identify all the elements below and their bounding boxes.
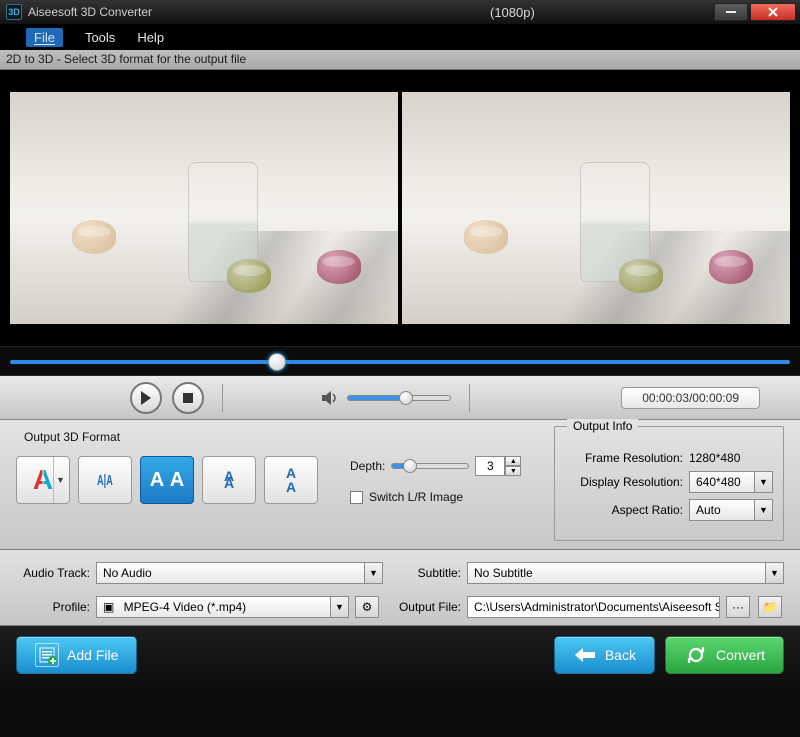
back-button[interactable]: Back [554, 636, 655, 674]
output-file-field[interactable]: C:\Users\Administrator\Documents\Aiseeso… [467, 596, 720, 618]
depth-thumb[interactable] [403, 459, 417, 473]
hint-bar: 2D to 3D - Select 3D format for the outp… [0, 50, 800, 70]
seek-bar[interactable] [0, 346, 800, 376]
subtitle-label: Subtitle: [389, 566, 461, 580]
aspect-ratio-label: Aspect Ratio: [565, 503, 683, 517]
time-display: 00:00:03/00:00:09 [621, 387, 760, 409]
seek-thumb[interactable] [268, 353, 286, 371]
add-file-icon [35, 643, 59, 667]
browse-file-button[interactable]: ··· [726, 596, 750, 618]
switch-lr-label: Switch L/R Image [369, 490, 463, 504]
profile-select[interactable]: ▣ MPEG-4 Video (*.mp4)▼ [96, 596, 349, 618]
volume-icon[interactable] [321, 391, 339, 405]
frame-resolution-label: Frame Resolution: [565, 451, 683, 465]
output-info-legend: Output Info [567, 419, 638, 433]
chevron-down-icon[interactable]: ▼ [754, 472, 772, 492]
playback-controls: 00:00:03/00:00:09 [0, 376, 800, 420]
depth-slider[interactable] [391, 463, 469, 469]
aspect-ratio-select[interactable]: Auto▼ [689, 499, 773, 521]
play-button[interactable] [130, 382, 162, 414]
minimize-button[interactable] [714, 3, 748, 21]
output-format-label: Output 3D Format [24, 430, 336, 444]
chevron-down-icon[interactable]: ▼ [53, 457, 67, 503]
app-title: Aiseesoft 3D Converter [28, 5, 152, 19]
app-icon: 3D [6, 4, 22, 20]
audio-track-select[interactable]: No Audio▼ [96, 562, 383, 584]
add-file-button[interactable]: Add File [16, 636, 137, 674]
chevron-down-icon[interactable]: ▼ [765, 563, 783, 583]
convert-icon [684, 643, 708, 667]
output-format-panel: Output 3D Format A▼ A|A A A AA AA Depth:… [0, 420, 800, 550]
format-sbs-half-button[interactable]: A|A [78, 456, 132, 504]
stop-button[interactable] [172, 382, 204, 414]
display-resolution-label: Display Resolution: [565, 475, 683, 489]
depth-up-button[interactable]: ▲ [505, 456, 521, 466]
action-bar: Add File Back Convert [0, 626, 800, 684]
preview-right [402, 92, 790, 324]
close-button[interactable] [750, 3, 796, 21]
title-bar: 3D Aiseesoft 3D Converter (1080p) [0, 0, 800, 24]
back-arrow-icon [573, 643, 597, 667]
frame-resolution-value: 1280*480 [689, 451, 740, 465]
preview-area [0, 70, 800, 346]
format-tb-full-button[interactable]: AA [264, 456, 318, 504]
back-label: Back [605, 647, 636, 663]
format-tb-half-button[interactable]: AA [202, 456, 256, 504]
gear-icon: ⚙ [362, 600, 373, 614]
convert-label: Convert [716, 647, 765, 663]
depth-input[interactable] [475, 456, 505, 476]
depth-label: Depth: [350, 459, 385, 473]
add-file-label: Add File [67, 647, 118, 663]
convert-button[interactable]: Convert [665, 636, 784, 674]
chevron-down-icon[interactable]: ▼ [754, 500, 772, 520]
switch-lr-checkbox[interactable] [350, 491, 363, 504]
format-sbs-full-button[interactable]: A A [140, 456, 194, 504]
menu-bar: File Tools Help [0, 24, 800, 50]
chevron-down-icon[interactable]: ▼ [364, 563, 382, 583]
output-file-label: Output File: [389, 600, 461, 614]
format-anaglyph-button[interactable]: A▼ [16, 456, 70, 504]
menu-file[interactable]: File [26, 28, 63, 47]
chevron-down-icon[interactable]: ▼ [330, 597, 348, 617]
open-folder-button[interactable]: 📁 [758, 596, 782, 618]
volume-thumb[interactable] [399, 391, 413, 405]
display-resolution-select[interactable]: 640*480▼ [689, 471, 773, 493]
profile-label: Profile: [16, 600, 90, 614]
volume-slider[interactable] [347, 395, 451, 401]
preview-left [10, 92, 398, 324]
audio-track-label: Audio Track: [16, 566, 90, 580]
menu-tools[interactable]: Tools [85, 30, 115, 45]
title-resolution: (1080p) [490, 5, 535, 20]
profile-settings-button[interactable]: ⚙ [355, 596, 379, 618]
menu-help[interactable]: Help [137, 30, 164, 45]
tracks-panel: Audio Track: No Audio▼ Subtitle: No Subt… [0, 550, 800, 626]
depth-down-button[interactable]: ▼ [505, 466, 521, 476]
output-info-group: Output Info Frame Resolution: 1280*480 D… [554, 426, 784, 541]
ellipsis-icon: ··· [732, 600, 744, 614]
folder-icon: 📁 [763, 600, 778, 614]
subtitle-select[interactable]: No Subtitle▼ [467, 562, 784, 584]
